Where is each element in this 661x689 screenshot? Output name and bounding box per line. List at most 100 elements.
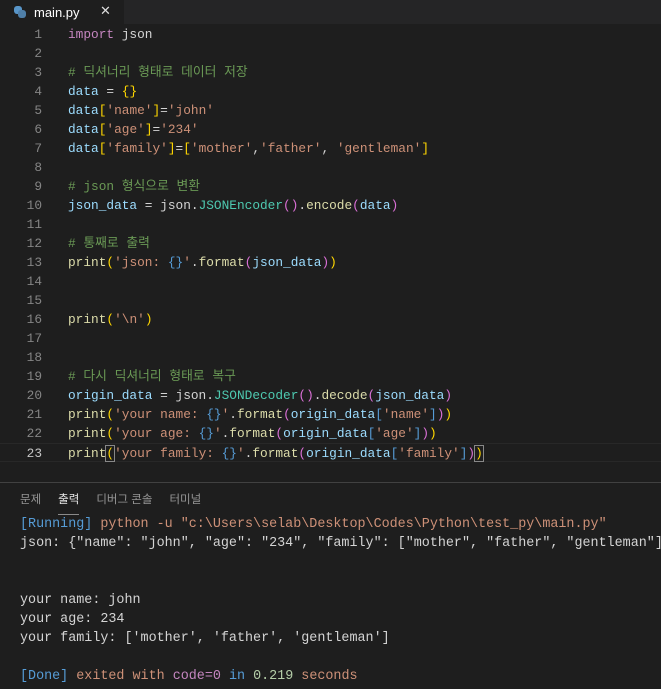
code-token: ( [352, 198, 360, 213]
code-token: . [298, 198, 307, 213]
code-text: # 통째로 출력 [68, 234, 150, 253]
code-token: ) [421, 426, 430, 441]
close-icon[interactable]: ✕ [100, 3, 111, 19]
code-token: ) [474, 445, 484, 462]
output-token: seconds [293, 669, 358, 684]
panel-tab[interactable]: 출력 [58, 491, 80, 515]
code-text: origin_data = json.JSONDecoder().decode(… [68, 386, 452, 405]
code-token: data [68, 122, 99, 137]
code-token: 'family' [106, 141, 168, 156]
code-token: encode [306, 198, 353, 213]
code-token: origin_data [283, 426, 368, 441]
code-token: origin_data [290, 407, 376, 422]
code-token: {} [198, 426, 214, 441]
code-token: , [252, 141, 261, 156]
code-token: ( [106, 255, 115, 270]
code-token: json_data [375, 388, 445, 403]
code-token: # json 형식으로 변환 [68, 179, 201, 194]
line-number: 5 [34, 103, 42, 118]
output-token: in [220, 669, 254, 684]
code-token: JSONEncoder [198, 198, 284, 213]
output-token: your name: john [20, 593, 141, 608]
editor-tab-bar: main.py ✕ [0, 0, 661, 24]
code-editor[interactable]: 1 import json 2 3 # 딕셔너리 형태로 데이터 저장 4 data = {… [0, 24, 661, 482]
code-token: data [68, 103, 99, 118]
panel-tab[interactable]: 문제 [20, 491, 41, 515]
tab-main-py[interactable]: main.py ✕ [0, 0, 124, 24]
code-line[interactable]: 3 # 딕셔너리 형태로 데이터 저장 [0, 63, 661, 82]
code-line[interactable]: 2 [0, 44, 661, 63]
code-token: origin_data [306, 446, 391, 461]
output-line: [Running] python -u "c:\Users\selab\Desk… [20, 515, 607, 534]
code-line[interactable]: 10 json_data = json.JSONEncoder().encode(… [0, 196, 661, 215]
code-token: json_data [252, 255, 322, 270]
code-token: , [321, 141, 337, 156]
code-token: ] [421, 141, 429, 156]
code-text: print('your age: {}'.format(origin_data[… [68, 424, 437, 443]
line-number: 2 [34, 46, 42, 61]
code-line[interactable]: 13 print('json: {}'.format(json_data)) [0, 253, 661, 272]
code-line[interactable]: 4 data = {} [0, 82, 661, 101]
line-number: 7 [34, 141, 42, 156]
code-line[interactable]: 23 print('your family: {}'.format(origin_… [0, 443, 661, 462]
code-line[interactable]: 12 # 통째로 출력 [0, 234, 661, 253]
panel-tab[interactable]: 터미널 [169, 491, 201, 515]
line-number: 17 [26, 331, 42, 346]
code-line[interactable]: 18 [0, 348, 661, 367]
output-token: 0.219 [253, 669, 294, 684]
code-line[interactable]: 5 data['name']='john' [0, 101, 661, 120]
code-token: ] [144, 122, 153, 137]
line-number: 1 [34, 27, 42, 42]
code-token: print [68, 446, 107, 461]
code-token: ) [390, 198, 399, 213]
line-number: 22 [26, 426, 42, 441]
code-text: data = {} [68, 82, 137, 101]
output-token: your age: 234 [20, 612, 125, 627]
output-token: json: {"name": "john", "age": "234", "fa… [20, 536, 661, 551]
code-line[interactable]: 19 # 다시 딕셔너리 형태로 복구 [0, 367, 661, 386]
code-line[interactable]: 22 print('your age: {}'.format(origin_dat… [0, 424, 661, 443]
code-token: 'json: [114, 255, 168, 270]
code-line[interactable]: 11 [0, 215, 661, 234]
code-token: # 통째로 출력 [68, 236, 150, 251]
code-line[interactable]: 17 [0, 329, 661, 348]
code-line[interactable]: 16 print('\n') [0, 310, 661, 329]
output-token: your family: ['mother', 'father', 'gentl… [20, 631, 390, 646]
code-token: {} [206, 407, 222, 422]
output-token: [Done] [20, 669, 69, 684]
code-line[interactable]: 14 [0, 272, 661, 291]
code-token: ( [283, 407, 291, 422]
code-line[interactable]: 8 [0, 158, 661, 177]
code-token: () [283, 198, 299, 213]
line-number: 18 [26, 350, 42, 365]
output-line: [Done] exited with code=0 in 0.219 secon… [20, 667, 358, 686]
code-token: format [236, 407, 284, 422]
code-line[interactable]: 7 data['family']=['mother','father', 'gen… [0, 139, 661, 158]
code-token: data [359, 198, 391, 213]
code-token: [ [183, 141, 191, 156]
code-token: () [298, 388, 314, 403]
code-token: print [68, 426, 107, 441]
line-number: 15 [26, 293, 42, 308]
panel-tab[interactable]: 디버그 콘솔 [96, 491, 152, 515]
code-text: data['family']=['mother','father', 'gent… [68, 139, 429, 158]
code-token: ' [236, 446, 245, 461]
code-line[interactable]: 9 # json 형식으로 변환 [0, 177, 661, 196]
code-token: 'john' [167, 103, 214, 118]
code-token: ) [429, 426, 437, 441]
code-line[interactable]: 20 origin_data = json.JSONDecoder().decod… [0, 386, 661, 405]
line-number: 12 [26, 236, 42, 251]
code-line[interactable]: 1 import json [0, 25, 661, 44]
code-line[interactable]: 15 [0, 291, 661, 310]
code-text: json_data = json.JSONEncoder().encode(da… [68, 196, 398, 215]
code-token: ) [329, 255, 337, 270]
line-number: 11 [26, 217, 42, 232]
code-token: ] [167, 141, 176, 156]
code-line[interactable]: 6 data['age']='234' [0, 120, 661, 139]
code-line[interactable]: 21 print('your name: {}'.format(origin_da… [0, 405, 661, 424]
code-token: {} [221, 446, 237, 461]
code-text: # 딕셔너리 형태로 데이터 저장 [68, 63, 248, 82]
code-token: 'your name: [114, 407, 207, 422]
code-token: 'name' [106, 103, 153, 118]
line-number: 20 [26, 388, 42, 403]
